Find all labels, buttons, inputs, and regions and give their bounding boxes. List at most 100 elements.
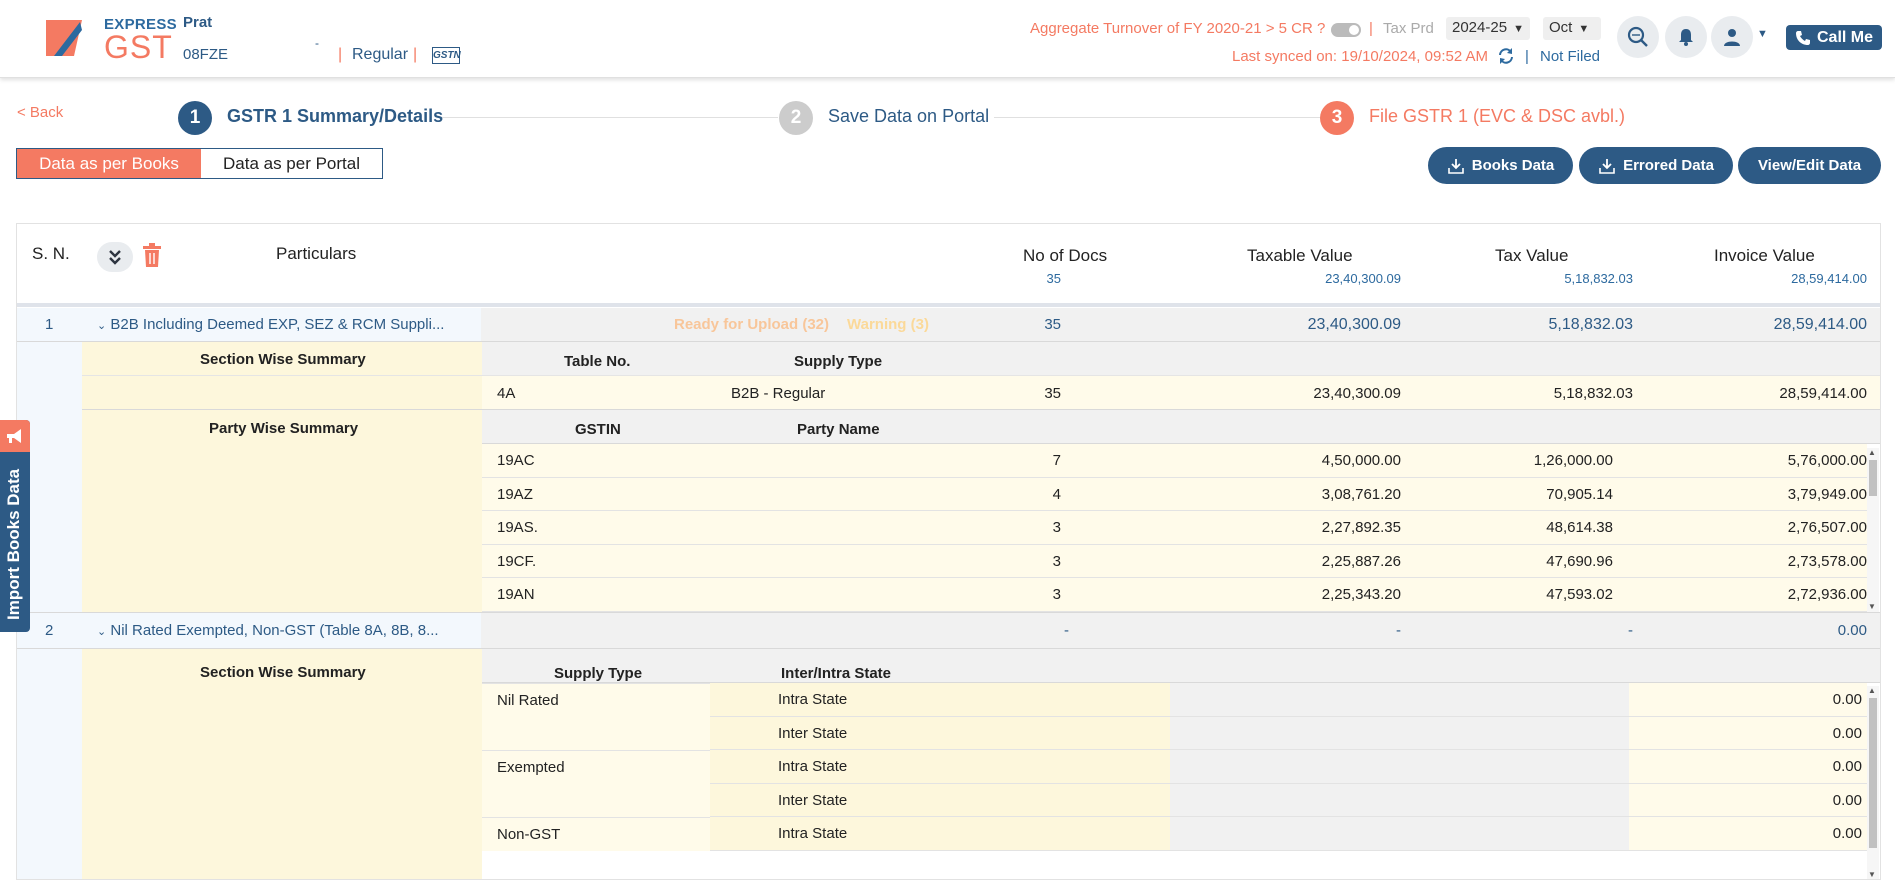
scroll-up-icon[interactable]: ▲: [1868, 686, 1876, 695]
scrollbar-thumb[interactable]: [1869, 460, 1877, 496]
expand-all-button[interactable]: [97, 242, 133, 272]
nil-sn: 2: [45, 622, 54, 639]
step-3-label[interactable]: File GSTR 1 (EVC & DSC avbl.): [1369, 106, 1625, 127]
b2b-sn: 1: [45, 316, 54, 333]
gstn-logo: GSTN: [432, 47, 461, 64]
b2b-no-of-docs: 35: [1044, 316, 1061, 333]
refresh-icon[interactable]: [1497, 47, 1515, 70]
scroll-down-icon[interactable]: ▼: [1868, 602, 1876, 611]
separator: |: [413, 46, 418, 63]
step-1-label[interactable]: GSTR 1 Summary/Details: [227, 106, 443, 127]
gstin-cell: 19AS.: [497, 519, 538, 536]
tab-data-as-per-books[interactable]: Data as per Books: [17, 149, 201, 178]
table-no-cell: 4A: [497, 385, 516, 402]
ready-for-upload-link[interactable]: Ready for Upload (32): [674, 316, 829, 333]
tab-data-as-per-portal[interactable]: Data as per Portal: [201, 149, 382, 178]
books-data-button[interactable]: Books Data: [1428, 147, 1573, 184]
invoice-value-cell: 0.00: [1832, 758, 1862, 775]
tax-value-cell: 47,690.96: [1546, 552, 1613, 570]
errored-data-button[interactable]: Errored Data: [1579, 147, 1733, 184]
b2b-section-wise-label: Section Wise Summary: [200, 351, 366, 368]
total-tax-value: 5,18,832.03: [1564, 271, 1633, 286]
step-2-label[interactable]: Save Data on Portal: [828, 106, 989, 127]
no-of-docs-cell: 3: [1052, 552, 1061, 570]
b2b-party-wise-label: Party Wise Summary: [209, 420, 359, 437]
chevron-down-icon[interactable]: ▼: [1757, 28, 1768, 40]
nil-scrollbar[interactable]: ▲ ▼: [1867, 686, 1879, 879]
back-link[interactable]: < Back: [17, 104, 63, 121]
month-select[interactable]: Oct ▼: [1543, 17, 1601, 40]
nil-row-toggle[interactable]: ⌄ Nil Rated Exempted, Non-GST (Table 8A,…: [97, 622, 439, 639]
total-invoice-value: 28,59,414.00: [1791, 271, 1867, 286]
state-cell: Inter State: [778, 791, 848, 809]
scroll-up-icon[interactable]: ▲: [1868, 448, 1876, 457]
state-cell: Intra State: [778, 758, 848, 775]
taxable-value-cell: 2,27,892.35: [1321, 519, 1401, 536]
table-row: Exempted Intra State 0.00: [482, 750, 1867, 784]
expressgst-logo[interactable]: EXPRESS GST: [44, 14, 177, 64]
megaphone-icon: [0, 420, 30, 452]
user-mark: -: [315, 36, 319, 50]
invoice-value-cell: 0.00: [1832, 791, 1862, 809]
tax-value-cell: 1,26,000.00: [1533, 452, 1613, 469]
invoice-value-cell: 2,76,507.00: [1787, 519, 1867, 536]
no-of-docs-cell: 3: [1052, 519, 1061, 536]
warning-link[interactable]: Warning (3): [847, 316, 929, 333]
taxable-value-cell: 23,40,300.09: [1313, 385, 1401, 402]
view-edit-data-button[interactable]: View/Edit Data: [1738, 147, 1881, 184]
year-select[interactable]: 2024-25 ▼: [1446, 17, 1530, 40]
invoice-value-cell: 0.00: [1832, 691, 1862, 708]
header-divider: [17, 303, 1880, 307]
top-header: EXPRESS GST Prat 08FZE - | Regular | GST…: [0, 0, 1895, 78]
invoice-value-cell: 2,72,936.00: [1787, 586, 1867, 603]
b2b-row-toggle[interactable]: ⌄ B2B Including Deemed EXP, SEZ & RCM Su…: [97, 316, 444, 333]
table-row: Inter State 0.00: [482, 716, 1867, 750]
no-of-docs-cell: 7: [1052, 452, 1061, 469]
filing-status: Not Filed: [1540, 48, 1601, 65]
chevron-down-icon: ⌄: [97, 320, 107, 332]
registration-type: Regular: [352, 46, 409, 63]
scroll-down-icon[interactable]: ▼: [1868, 870, 1876, 879]
call-me-button[interactable]: Call Me: [1786, 25, 1882, 50]
column-header-party-name: Party Name: [797, 421, 880, 438]
party-scrollbar[interactable]: ▲ ▼: [1867, 448, 1879, 612]
nil-no-of-docs: -: [1064, 622, 1069, 639]
supply-type-cell: Non-GST: [497, 826, 561, 843]
state-cell: Intra State: [778, 691, 848, 708]
column-header-supply-type: Supply Type: [794, 353, 883, 370]
notifications-button[interactable]: [1665, 16, 1707, 58]
invoice-value-cell: 2,73,578.00: [1787, 552, 1867, 570]
nil-taxable-value: -: [1396, 622, 1401, 639]
download-icon: [1599, 158, 1615, 174]
profile-button[interactable]: [1711, 16, 1753, 58]
user-name: Prat: [183, 14, 213, 31]
column-header-invoice-value: Invoice Value: [1714, 246, 1815, 265]
step-1-badge: 1: [178, 101, 212, 135]
logo-mark-icon: [46, 20, 82, 56]
gstin-cell: 19AC: [497, 452, 535, 469]
column-header-sn: S. N.: [32, 244, 70, 263]
b2b-taxable-value: 23,40,300.09: [1307, 316, 1401, 333]
delete-button[interactable]: [141, 242, 163, 272]
column-header-gstin: GSTIN: [575, 421, 621, 438]
table-row: Nil Rated Intra State 0.00: [482, 683, 1867, 717]
b2b-invoice-value: 28,59,414.00: [1773, 316, 1867, 333]
invoice-value-cell: 5,76,000.00: [1787, 452, 1867, 469]
step-3-badge: 3: [1320, 101, 1354, 135]
column-header-no-of-docs: No of Docs: [1023, 246, 1108, 265]
aggregate-turnover-toggle[interactable]: [1331, 23, 1361, 37]
double-chevron-down-icon: [109, 250, 121, 265]
download-icon: [1447, 158, 1464, 174]
table-row: 19AC 7 4,50,000.00 1,26,000.00 5,76,000.00: [482, 444, 1867, 478]
scrollbar-thumb[interactable]: [1869, 698, 1877, 848]
chevron-down-icon: ▼: [1578, 23, 1590, 35]
table-row: 19CF. 3 2,25,887.26 47,690.96 2,73,578.00: [482, 544, 1867, 578]
separator: |: [1369, 20, 1373, 37]
invoice-value-cell: 0.00: [1832, 825, 1862, 842]
no-of-docs-cell: 35: [1044, 385, 1061, 402]
column-header-tax-value: Tax Value: [1495, 246, 1569, 265]
b2b-tax-value: 5,18,832.03: [1548, 316, 1633, 333]
search-button[interactable]: [1617, 16, 1659, 58]
invoice-value-cell: 0.00: [1832, 724, 1862, 742]
import-books-data-tab[interactable]: Import Books Data: [0, 420, 30, 632]
